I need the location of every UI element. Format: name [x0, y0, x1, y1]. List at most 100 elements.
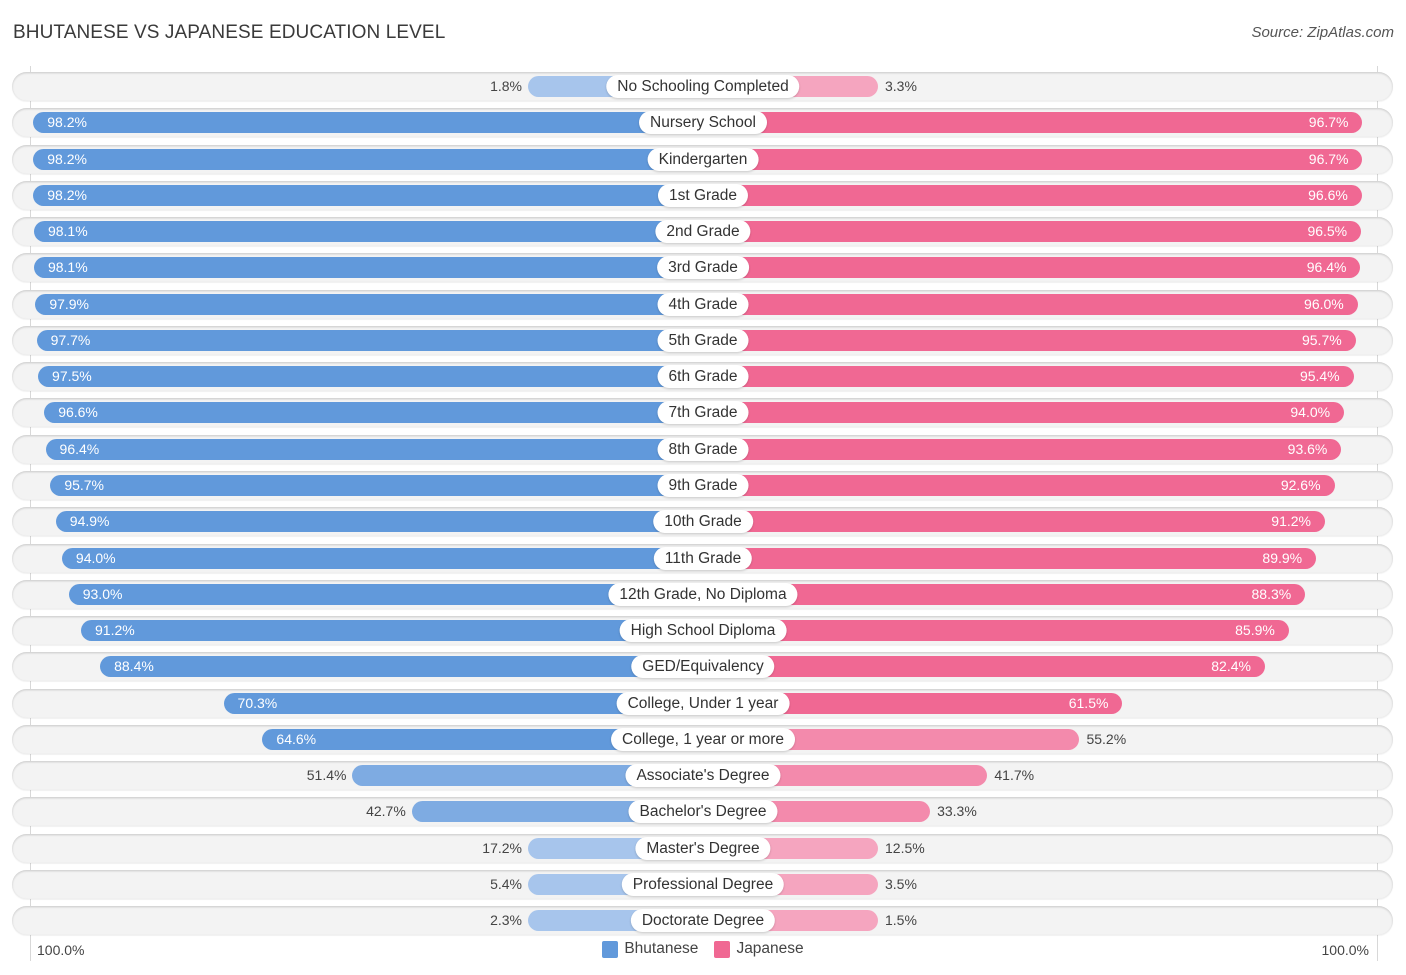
bar-japanese[interactable]	[703, 293, 1358, 315]
value-label-bhutanese: 97.9%	[49, 295, 90, 312]
category-label: 7th Grade	[657, 401, 749, 425]
bar-bhutanese[interactable]	[36, 329, 703, 351]
value-label-bhutanese: 97.7%	[50, 331, 91, 348]
category-label: No Schooling Completed	[606, 75, 800, 98]
bar-japanese[interactable]	[703, 221, 1362, 243]
bar-bhutanese[interactable]	[33, 184, 703, 206]
value-label-japanese: 94.0%	[1290, 404, 1331, 421]
category-label: 12th Grade, No Diploma	[608, 582, 798, 606]
value-label-japanese: 89.9%	[1262, 549, 1303, 566]
value-label-bhutanese: 96.6%	[58, 404, 98, 421]
value-label-japanese: 93.6%	[1287, 440, 1328, 457]
legend-item-bhutanese[interactable]: Bhutanese	[602, 940, 698, 958]
value-label-bhutanese: 98.1%	[47, 223, 88, 240]
category-label: Kindergarten	[647, 147, 759, 171]
value-label-japanese: 55.2%	[1086, 730, 1127, 747]
bar-bhutanese[interactable]	[100, 656, 703, 678]
value-label-bhutanese: 91.2%	[95, 622, 135, 639]
value-label-japanese: 96.5%	[1307, 223, 1348, 240]
value-label-japanese: 96.7%	[1308, 150, 1349, 167]
value-label-bhutanese: 51.4%	[306, 767, 347, 784]
value-label-bhutanese: 98.1%	[47, 259, 88, 276]
value-label-japanese: 33.3%	[937, 803, 977, 820]
legend: Bhutanese Japanese	[0, 940, 1406, 958]
category-label: Master's Degree	[635, 836, 771, 860]
value-label-bhutanese: 97.5%	[52, 368, 92, 385]
value-label-bhutanese: 98.2%	[47, 150, 87, 167]
bar-japanese[interactable]	[703, 112, 1363, 134]
value-label-japanese: 96.7%	[1308, 114, 1349, 131]
bar-japanese[interactable]	[703, 257, 1361, 279]
value-label-japanese: 82.4%	[1211, 658, 1251, 675]
legend-swatch-bhutanese	[602, 940, 619, 958]
value-label-japanese: 91.2%	[1271, 513, 1311, 530]
category-label: 3rd Grade	[657, 256, 749, 280]
bar-bhutanese[interactable]	[61, 547, 703, 569]
category-label: College, Under 1 year	[616, 691, 790, 715]
value-label-japanese: 3.5%	[885, 875, 917, 892]
chart-title: BHUTANESE VS JAPANESE EDUCATION LEVEL	[13, 22, 446, 43]
bar-japanese[interactable]	[703, 620, 1289, 642]
value-label-japanese: 96.0%	[1304, 295, 1344, 312]
bar-japanese[interactable]	[703, 184, 1362, 206]
legend-swatch-japanese	[714, 940, 731, 958]
bar-japanese[interactable]	[703, 656, 1265, 678]
category-label: 1st Grade	[657, 183, 749, 207]
value-label-japanese: 1.5%	[885, 912, 917, 929]
bar-bhutanese[interactable]	[38, 366, 703, 388]
value-label-bhutanese: 95.7%	[64, 476, 105, 493]
bar-bhutanese[interactable]	[81, 620, 703, 642]
category-label: 6th Grade	[657, 365, 749, 389]
bar-japanese[interactable]	[703, 511, 1325, 533]
bar-japanese[interactable]	[703, 474, 1335, 496]
category-label: Bachelor's Degree	[628, 800, 778, 824]
legend-label-bhutanese: Bhutanese	[624, 940, 699, 957]
bar-bhutanese[interactable]	[33, 112, 703, 134]
bar-bhutanese[interactable]	[33, 221, 703, 243]
category-label: Doctorate Degree	[630, 909, 776, 933]
value-label-bhutanese: 42.7%	[366, 803, 406, 820]
category-label: 2nd Grade	[655, 220, 751, 244]
bar-bhutanese[interactable]	[55, 511, 703, 533]
value-label-bhutanese: 93.0%	[82, 585, 123, 602]
category-label: 4th Grade	[657, 292, 749, 316]
bar-bhutanese[interactable]	[45, 438, 703, 460]
bar-japanese[interactable]	[703, 148, 1363, 170]
category-label: 9th Grade	[657, 473, 749, 497]
bar-japanese[interactable]	[703, 329, 1356, 351]
value-label-japanese: 88.3%	[1251, 585, 1292, 602]
bar-japanese[interactable]	[703, 438, 1342, 460]
value-label-bhutanese: 1.8%	[490, 78, 522, 94]
bar-bhutanese[interactable]	[33, 148, 703, 170]
value-label-japanese: 96.4%	[1306, 259, 1347, 276]
category-label: 8th Grade	[657, 437, 749, 461]
bar-japanese[interactable]	[703, 402, 1345, 424]
value-label-japanese: 96.6%	[1308, 186, 1348, 203]
legend-item-japanese[interactable]: Japanese	[714, 940, 804, 958]
category-label: 11th Grade	[653, 546, 753, 570]
value-label-bhutanese: 98.2%	[47, 114, 87, 131]
bar-bhutanese[interactable]	[44, 402, 703, 424]
bar-bhutanese[interactable]	[33, 257, 703, 279]
value-label-bhutanese: 17.2%	[482, 839, 522, 856]
category-label: Nursery School	[639, 111, 767, 135]
bar-japanese[interactable]	[703, 547, 1317, 569]
value-label-bhutanese: 64.6%	[276, 730, 317, 747]
value-label-bhutanese: 5.4%	[490, 875, 522, 892]
bar-japanese[interactable]	[703, 366, 1354, 388]
value-label-japanese: 3.3%	[885, 78, 917, 94]
value-label-bhutanese: 2.3%	[490, 912, 522, 929]
source-label: Source: ZipAtlas.com	[1251, 24, 1394, 41]
value-label-japanese: 12.5%	[885, 839, 925, 856]
category-label: High School Diploma	[619, 619, 787, 643]
bar-bhutanese[interactable]	[50, 474, 703, 496]
value-label-japanese: 92.6%	[1280, 476, 1321, 493]
category-label: Professional Degree	[621, 872, 785, 896]
value-label-japanese: 41.7%	[994, 767, 1035, 784]
value-label-japanese: 61.5%	[1068, 694, 1109, 711]
bar-bhutanese[interactable]	[35, 293, 703, 315]
value-label-bhutanese: 96.4%	[59, 440, 100, 457]
category-label: 10th Grade	[653, 510, 753, 534]
category-label: 5th Grade	[657, 328, 749, 352]
value-label-japanese: 95.4%	[1299, 368, 1340, 385]
